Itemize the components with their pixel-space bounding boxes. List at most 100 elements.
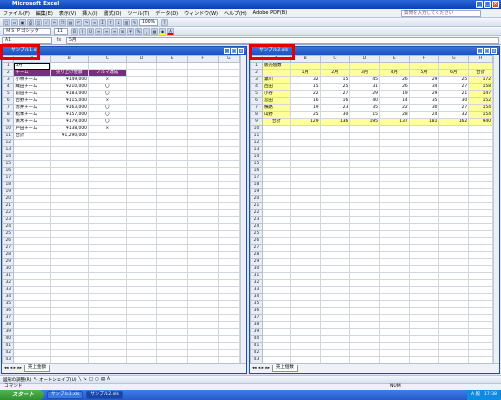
cell[interactable] bbox=[217, 188, 240, 196]
cell[interactable] bbox=[468, 342, 493, 350]
data-cell[interactable]: ¥183,000 bbox=[49, 90, 89, 98]
row-header[interactable]: 2 bbox=[2, 69, 15, 77]
cell[interactable] bbox=[217, 300, 240, 308]
cell[interactable] bbox=[349, 146, 380, 154]
cell[interactable] bbox=[261, 216, 291, 224]
save-icon[interactable]: ▣ bbox=[19, 18, 26, 26]
cell[interactable] bbox=[319, 160, 351, 168]
data-cell[interactable]: 斎木チーム bbox=[13, 118, 51, 126]
column-header[interactable]: B bbox=[49, 55, 89, 63]
cell[interactable] bbox=[438, 146, 470, 154]
cell[interactable] bbox=[408, 216, 440, 224]
cell[interactable] bbox=[289, 237, 321, 245]
cell[interactable] bbox=[13, 272, 51, 280]
tab-nav-icon[interactable]: ◂◂ ◂ ▸ ▸▸ bbox=[252, 366, 270, 371]
cell[interactable] bbox=[349, 209, 380, 217]
cell[interactable] bbox=[408, 244, 440, 252]
currency-icon[interactable]: ¥ bbox=[127, 27, 134, 35]
column-header[interactable]: F bbox=[187, 55, 219, 63]
cell[interactable] bbox=[378, 125, 410, 133]
header-cell[interactable]: 6月 bbox=[438, 69, 470, 77]
cell[interactable] bbox=[187, 223, 219, 231]
total-cell[interactable]: 合計 bbox=[261, 118, 291, 126]
cell[interactable] bbox=[187, 300, 219, 308]
cell[interactable] bbox=[378, 244, 410, 252]
cell[interactable] bbox=[468, 181, 493, 189]
cell[interactable] bbox=[49, 321, 89, 329]
cell[interactable] bbox=[468, 349, 493, 357]
row-header[interactable]: 33 bbox=[250, 286, 263, 294]
cell[interactable] bbox=[408, 188, 440, 196]
cell[interactable] bbox=[13, 230, 51, 238]
close-icon[interactable]: × bbox=[492, 1, 499, 8]
cell[interactable] bbox=[217, 90, 240, 98]
cell[interactable] bbox=[217, 258, 240, 266]
cell[interactable] bbox=[125, 307, 158, 315]
cell[interactable] bbox=[319, 286, 351, 294]
cell[interactable] bbox=[408, 160, 440, 168]
cell[interactable] bbox=[349, 188, 380, 196]
data-cell[interactable]: 25 bbox=[438, 76, 470, 84]
row-header[interactable]: 39 bbox=[250, 328, 263, 336]
cell[interactable] bbox=[87, 230, 127, 238]
cell[interactable] bbox=[378, 132, 410, 140]
cell[interactable] bbox=[408, 237, 440, 245]
cell[interactable] bbox=[289, 342, 321, 350]
font-color-icon[interactable]: A bbox=[167, 27, 174, 35]
cell[interactable] bbox=[378, 202, 410, 210]
cell[interactable] bbox=[408, 195, 440, 203]
cell[interactable] bbox=[438, 307, 470, 315]
cell[interactable] bbox=[349, 62, 380, 70]
data-cell[interactable]: 158 bbox=[468, 83, 493, 91]
cell[interactable] bbox=[187, 265, 219, 273]
menu-item[interactable]: 表示(V) bbox=[56, 10, 79, 17]
name-box[interactable]: A1 bbox=[2, 36, 52, 44]
cell[interactable] bbox=[438, 335, 470, 343]
cell[interactable] bbox=[261, 321, 291, 329]
autoshape-button[interactable]: オートシェイプ(U) bbox=[39, 377, 76, 383]
header-cell[interactable]: 2月 bbox=[319, 69, 351, 77]
cell[interactable] bbox=[261, 181, 291, 189]
cell[interactable] bbox=[438, 251, 470, 259]
cell[interactable] bbox=[408, 286, 440, 294]
cell[interactable] bbox=[49, 272, 89, 280]
data-cell[interactable]: 32 bbox=[438, 111, 470, 119]
cell[interactable] bbox=[378, 314, 410, 322]
cell[interactable] bbox=[319, 258, 351, 266]
cell[interactable] bbox=[261, 328, 291, 336]
cell[interactable] bbox=[468, 244, 493, 252]
oval-icon[interactable]: ○ bbox=[95, 377, 99, 382]
cell[interactable] bbox=[468, 279, 493, 287]
cell[interactable] bbox=[156, 90, 188, 98]
data-cell[interactable]: 152 bbox=[468, 97, 493, 105]
cell[interactable] bbox=[156, 153, 188, 161]
cell[interactable] bbox=[349, 125, 380, 133]
cell[interactable] bbox=[87, 244, 127, 252]
help-icon[interactable]: ? bbox=[160, 18, 168, 26]
cell[interactable] bbox=[13, 181, 51, 189]
cell[interactable] bbox=[438, 328, 470, 336]
row-header[interactable]: 36 bbox=[2, 307, 15, 315]
cell[interactable] bbox=[187, 69, 219, 77]
cell[interactable] bbox=[49, 258, 89, 266]
data-cell[interactable]: 40 bbox=[349, 97, 380, 105]
italic-icon[interactable]: I bbox=[79, 27, 86, 35]
cell[interactable] bbox=[13, 293, 51, 301]
cell[interactable] bbox=[156, 342, 188, 350]
cell[interactable] bbox=[49, 153, 89, 161]
cell-a1[interactable]: 5月 bbox=[13, 62, 51, 70]
cell[interactable] bbox=[187, 76, 219, 84]
cell[interactable] bbox=[261, 314, 291, 322]
cell[interactable] bbox=[319, 188, 351, 196]
cell[interactable] bbox=[187, 279, 219, 287]
cell[interactable] bbox=[261, 349, 291, 357]
cell[interactable] bbox=[378, 286, 410, 294]
cell[interactable] bbox=[156, 132, 188, 140]
cell[interactable] bbox=[261, 279, 291, 287]
taskbar-item-sample2[interactable]: サンプル2.xls bbox=[86, 391, 123, 399]
cell[interactable] bbox=[438, 195, 470, 203]
cell[interactable] bbox=[156, 76, 188, 84]
cell[interactable] bbox=[125, 223, 158, 231]
data-cell[interactable]: 29 bbox=[408, 90, 440, 98]
row-header[interactable]: 32 bbox=[250, 279, 263, 287]
